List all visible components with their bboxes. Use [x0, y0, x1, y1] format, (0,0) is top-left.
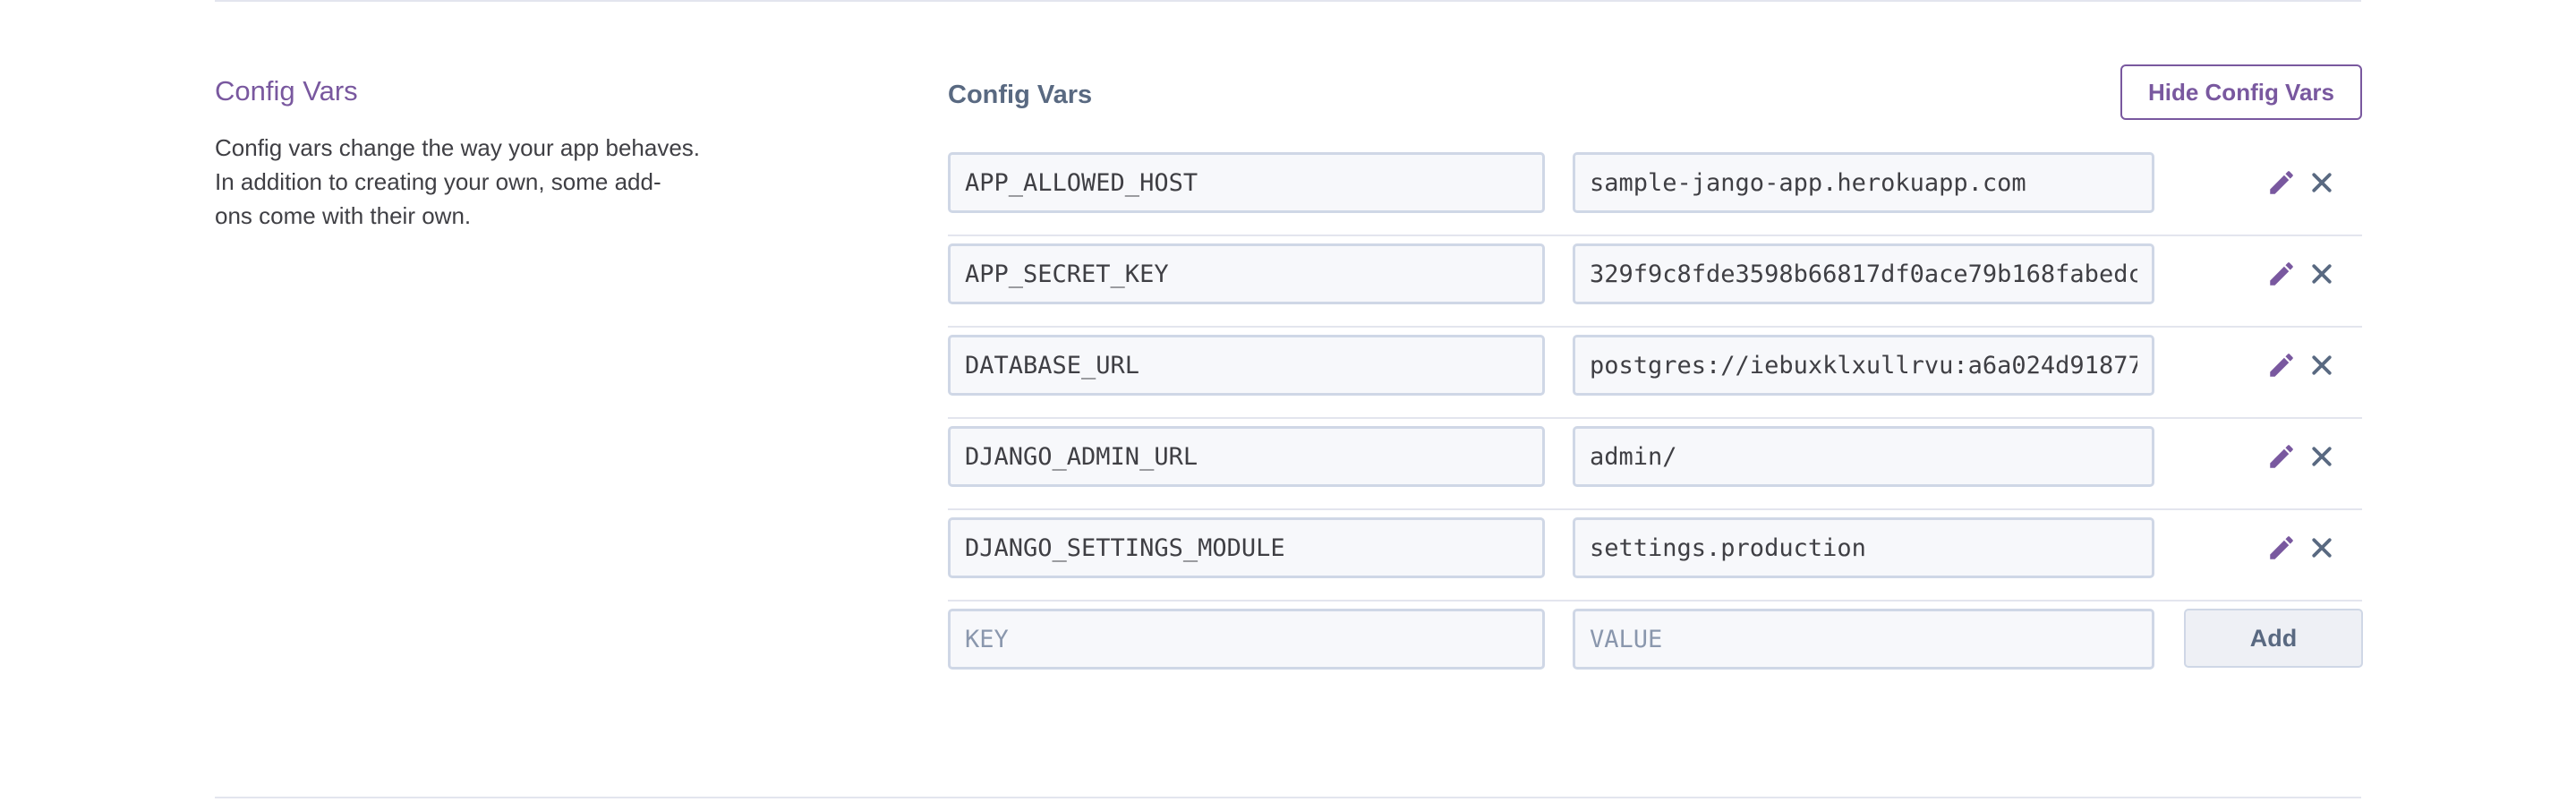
- config-var-value-input[interactable]: [1573, 243, 2154, 304]
- config-var-value-input[interactable]: [1573, 152, 2154, 213]
- close-icon[interactable]: [2306, 166, 2338, 199]
- pencil-icon[interactable]: [2265, 349, 2298, 381]
- top-divider: [215, 0, 2361, 2]
- config-var-row: [948, 236, 2362, 328]
- close-icon[interactable]: [2306, 440, 2338, 473]
- config-var-value-input[interactable]: [1573, 335, 2154, 396]
- pencil-icon[interactable]: [2265, 532, 2298, 564]
- config-var-key-input[interactable]: [948, 426, 1545, 487]
- config-var-key-input[interactable]: [948, 517, 1545, 578]
- config-var-value-input[interactable]: [1573, 517, 2154, 578]
- section-description: Config vars change the way your app beha…: [215, 131, 716, 233]
- description-line: In addition to creating your own, some a…: [215, 168, 661, 195]
- config-vars-description: Config Vars Config vars change the way y…: [215, 73, 734, 233]
- pencil-icon[interactable]: [2265, 440, 2298, 473]
- pencil-icon[interactable]: [2265, 166, 2298, 199]
- config-var-row: [948, 145, 2362, 236]
- config-vars-panel: Config Vars Hide Config Vars APP_ALLOWED…: [948, 63, 2363, 693]
- close-icon[interactable]: [2306, 532, 2338, 564]
- close-icon[interactable]: [2306, 349, 2338, 381]
- panel-title: Config Vars: [948, 81, 1093, 109]
- config-var-value-input[interactable]: [1573, 426, 2154, 487]
- config-var-key-input[interactable]: [948, 152, 1545, 213]
- config-vars-page: Config Vars Config vars change the way y…: [0, 0, 2576, 802]
- config-var-row: [948, 419, 2362, 510]
- new-value-input[interactable]: [1573, 609, 2154, 670]
- description-line: ons come with their own.: [215, 202, 472, 229]
- bottom-divider: [215, 797, 2361, 798]
- close-icon[interactable]: [2306, 258, 2338, 290]
- config-var-key-input[interactable]: [948, 335, 1545, 396]
- new-key-input[interactable]: [948, 609, 1545, 670]
- add-config-var-button[interactable]: Add: [2184, 609, 2363, 668]
- section-title: Config Vars: [215, 75, 358, 107]
- description-line: Config vars change the way your app beha…: [215, 134, 701, 161]
- pencil-icon[interactable]: [2265, 258, 2298, 290]
- config-var-key-input[interactable]: [948, 243, 1545, 304]
- config-var-row: [948, 510, 2362, 602]
- new-config-var-row: Add: [948, 602, 2363, 693]
- panel-header: Config Vars Hide Config Vars: [948, 63, 2362, 145]
- config-var-row: [948, 328, 2362, 419]
- hide-config-vars-button[interactable]: Hide Config Vars: [2120, 64, 2362, 120]
